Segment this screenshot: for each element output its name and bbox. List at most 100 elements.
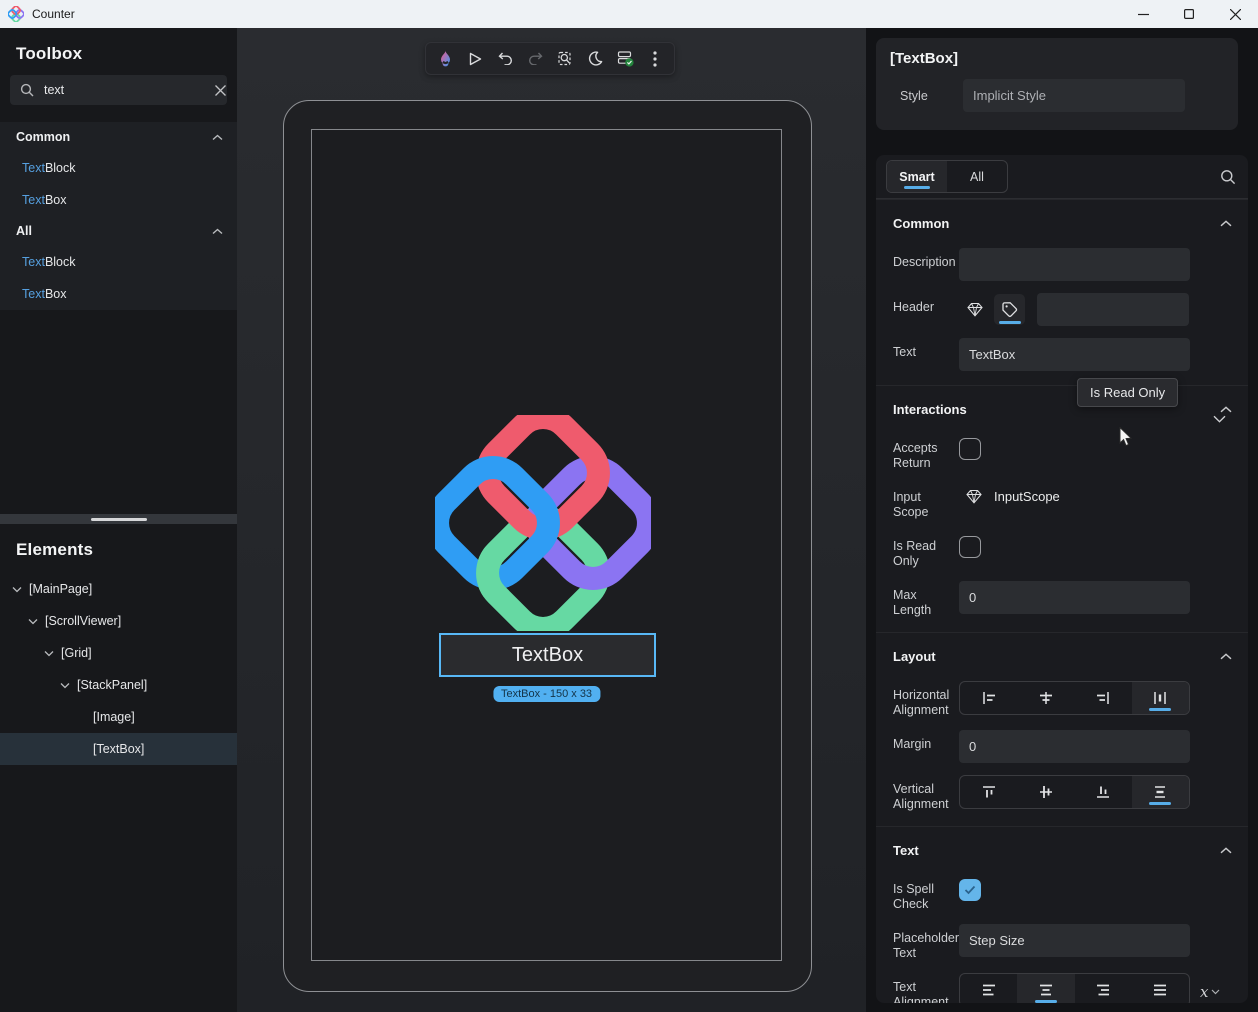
binding-expression-dropdown[interactable]: x	[1200, 979, 1220, 1001]
text-alignment-group	[959, 973, 1190, 1003]
redo-icon	[520, 43, 550, 74]
style-label: Style	[890, 89, 963, 103]
minimize-icon[interactable]	[1120, 0, 1166, 28]
selected-element-card: [TextBox] Style	[876, 38, 1238, 130]
chevron-up-icon	[212, 134, 223, 141]
properties-tabs: Smart All	[876, 155, 1248, 199]
undo-icon[interactable]	[490, 43, 520, 74]
gem-resource-icon[interactable]	[959, 483, 982, 504]
section-layout-title: Layout	[893, 649, 1220, 664]
search-input[interactable]	[44, 83, 205, 97]
text-align-right-icon[interactable]	[1075, 974, 1132, 1003]
toolbox-item-textblock[interactable]: TextBlock	[0, 152, 237, 184]
horizontal-alignment-label: Horizontal Alignment	[888, 681, 959, 718]
section-text: Text Is Spell Check Placeholder Text	[876, 826, 1248, 1003]
align-vertical-stretch-icon[interactable]	[1132, 776, 1189, 808]
search-properties-icon[interactable]	[1220, 169, 1236, 185]
is-spell-check-label: Is Spell Check	[888, 875, 959, 912]
toolbox-item-textbox[interactable]: TextBox	[0, 184, 237, 216]
section-common: Common Description Header	[876, 199, 1248, 385]
is-spell-check-checkbox[interactable]	[959, 879, 981, 901]
align-vertical-bottom-icon[interactable]	[1075, 776, 1132, 808]
canvas-textbox-element[interactable]: TextBox	[439, 633, 656, 677]
play-icon[interactable]	[460, 43, 490, 74]
chevron-up-icon[interactable]	[1220, 406, 1232, 413]
tree-node-grid[interactable]: [Grid]	[0, 637, 237, 669]
vertical-alignment-label: Vertical Alignment	[888, 775, 959, 812]
max-length-label: Max Length	[888, 581, 959, 618]
toolbox-title: Toolbox	[16, 44, 82, 64]
input-scope-value[interactable]: InputScope	[994, 483, 1060, 504]
chevron-down-icon[interactable]	[1213, 415, 1226, 423]
tab-smart[interactable]: Smart	[887, 161, 947, 192]
placeholder-text-input[interactable]	[959, 924, 1190, 957]
chevron-up-icon[interactable]	[1220, 220, 1232, 227]
app-logo-image[interactable]	[435, 415, 651, 631]
dark-theme-moon-icon[interactable]	[580, 43, 610, 74]
toolbox-section-all[interactable]: All	[0, 216, 237, 246]
panel-splitter[interactable]	[0, 514, 237, 524]
align-horizontal-stretch-icon[interactable]	[1132, 682, 1189, 714]
tree-node-stackpanel[interactable]: [StackPanel]	[0, 669, 237, 701]
text-input[interactable]	[959, 338, 1190, 371]
chevron-up-icon[interactable]	[1220, 653, 1232, 660]
text-align-left-icon[interactable]	[960, 974, 1017, 1003]
toolbox-item-textbox[interactable]: TextBox	[0, 278, 237, 310]
hot-reload-flame-icon[interactable]	[430, 43, 460, 74]
left-sidebar: Toolbox Common TextBlock TextBox	[0, 28, 237, 1012]
align-vertical-top-icon[interactable]	[960, 776, 1017, 808]
tab-all[interactable]: All	[947, 161, 1007, 192]
tree-node-mainpage[interactable]: [MainPage]	[0, 573, 237, 605]
toolbox-section-common[interactable]: Common	[0, 122, 237, 152]
text-alignment-label: Text Alignment	[888, 973, 959, 1003]
toolbox-list: Common TextBlock TextBox All TextBlock	[0, 122, 237, 310]
align-vertical-center-icon[interactable]	[1017, 776, 1074, 808]
chevron-down-icon[interactable]	[60, 682, 70, 689]
header-input[interactable]	[1037, 293, 1189, 326]
accepts-return-checkbox[interactable]	[959, 438, 981, 460]
connection-status-icon[interactable]	[610, 43, 640, 74]
clear-search-icon[interactable]	[215, 85, 226, 96]
section-layout: Layout Horizontal Alignment	[876, 632, 1248, 826]
chevron-up-icon[interactable]	[1220, 847, 1232, 854]
elements-title: Elements	[16, 540, 93, 560]
horizontal-alignment-group	[959, 681, 1190, 715]
chevron-down-icon[interactable]	[12, 586, 22, 593]
gem-resource-icon[interactable]	[959, 294, 990, 325]
vertical-alignment-group	[959, 775, 1190, 809]
description-input[interactable]	[959, 248, 1190, 281]
input-scope-label: Input Scope	[888, 483, 959, 520]
selection-size-badge: TextBox - 150 x 33	[493, 686, 600, 702]
tree-node-scrollviewer[interactable]: [ScrollViewer]	[0, 605, 237, 637]
chevron-down-icon[interactable]	[28, 618, 38, 625]
app-logo-icon	[8, 6, 24, 22]
align-horizontal-right-icon[interactable]	[1075, 682, 1132, 714]
section-common-title: Common	[893, 216, 1220, 231]
text-align-center-icon[interactable]	[1017, 974, 1074, 1003]
section-interactions: Interactions Accepts Return Input Scope …	[876, 385, 1248, 632]
align-horizontal-center-icon[interactable]	[1017, 682, 1074, 714]
is-read-only-checkbox[interactable]	[959, 536, 981, 558]
tag-icon[interactable]	[994, 294, 1025, 325]
design-toolbar	[425, 42, 675, 75]
tree-node-textbox[interactable]: [TextBox]	[0, 733, 237, 765]
chevron-down-icon[interactable]	[44, 650, 54, 657]
accepts-return-label: Accepts Return	[888, 434, 959, 471]
toolbox-item-textblock[interactable]: TextBlock	[0, 246, 237, 278]
style-input[interactable]	[963, 79, 1185, 112]
more-kebab-icon[interactable]	[640, 43, 670, 74]
device-frame: TextBox TextBox - 150 x 33	[283, 100, 812, 992]
properties-card: Smart All Common Description	[876, 155, 1248, 1003]
device-screen[interactable]: TextBox TextBox - 150 x 33	[311, 129, 782, 961]
design-canvas[interactable]: TextBox TextBox - 150 x 33	[237, 28, 866, 1012]
close-icon[interactable]	[1212, 0, 1258, 28]
maximize-icon[interactable]	[1166, 0, 1212, 28]
toolbox-search[interactable]	[10, 75, 227, 105]
text-align-justify-icon[interactable]	[1132, 974, 1189, 1003]
margin-input[interactable]	[959, 730, 1190, 763]
max-length-input[interactable]	[959, 581, 1190, 614]
chevron-up-icon	[212, 228, 223, 235]
inspect-element-icon[interactable]	[550, 43, 580, 74]
align-horizontal-left-icon[interactable]	[960, 682, 1017, 714]
tree-node-image[interactable]: [Image]	[0, 701, 237, 733]
